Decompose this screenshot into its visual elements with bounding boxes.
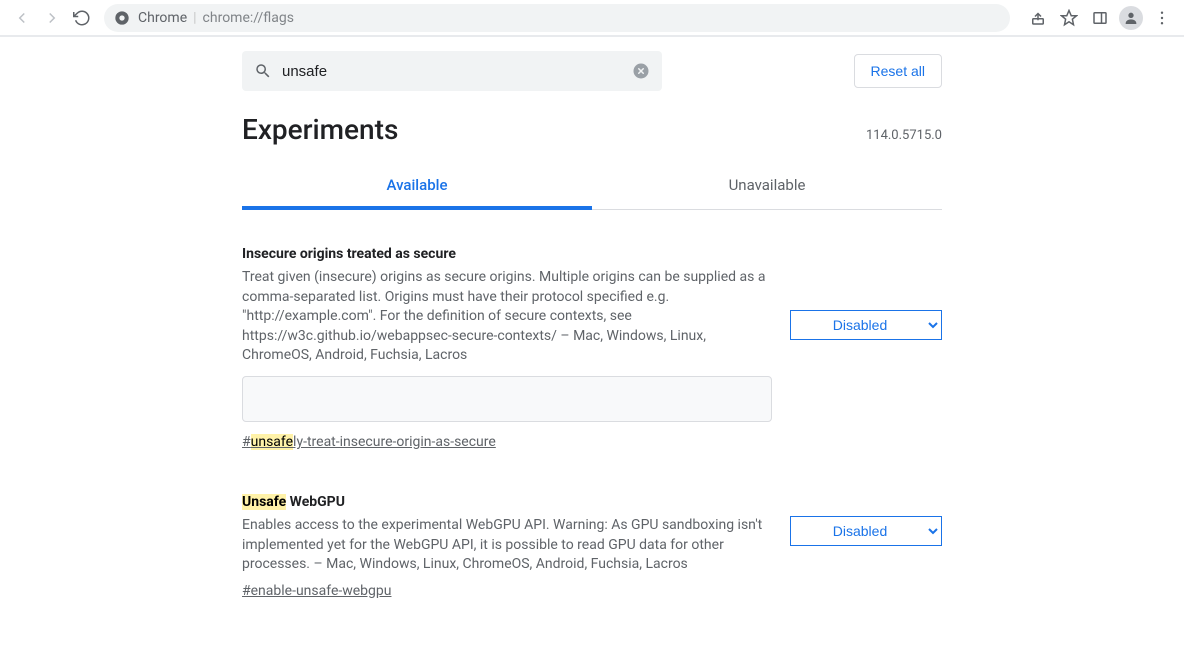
flag-title: Unsafe WebGPU bbox=[242, 494, 772, 510]
share-icon[interactable] bbox=[1024, 4, 1052, 32]
tab-available[interactable]: Available bbox=[242, 162, 592, 210]
flag-item: Insecure origins treated as secure Treat… bbox=[242, 246, 942, 450]
flags-search[interactable] bbox=[242, 51, 662, 91]
version-label: 114.0.5715.0 bbox=[866, 128, 942, 143]
back-button[interactable] bbox=[8, 4, 36, 32]
browser-toolbar: Chrome | chrome://flags bbox=[0, 0, 1184, 36]
clear-search-icon[interactable] bbox=[632, 62, 650, 80]
flag-description: Enables access to the experimental WebGP… bbox=[242, 516, 772, 575]
bookmark-icon[interactable] bbox=[1055, 4, 1083, 32]
reload-button[interactable] bbox=[68, 4, 96, 32]
chrome-icon bbox=[114, 10, 130, 26]
omnibox-prefix: Chrome bbox=[138, 10, 187, 26]
omnibox-separator: | bbox=[193, 10, 196, 26]
side-panel-icon[interactable] bbox=[1086, 4, 1114, 32]
flag-state-select[interactable]: Disabled bbox=[790, 516, 942, 546]
omnibox-url: chrome://flags bbox=[203, 10, 294, 26]
flags-search-input[interactable] bbox=[282, 63, 632, 80]
flag-description: Treat given (insecure) origins as secure… bbox=[242, 268, 772, 366]
forward-button[interactable] bbox=[38, 4, 66, 32]
profile-avatar[interactable] bbox=[1117, 4, 1145, 32]
flag-origins-textarea[interactable] bbox=[242, 376, 772, 422]
flag-item: Unsafe WebGPU Enables access to the expe… bbox=[242, 494, 942, 599]
flag-permalink[interactable]: #unsafely-treat-insecure-origin-as-secur… bbox=[242, 434, 496, 450]
kebab-menu-icon[interactable] bbox=[1148, 4, 1176, 32]
search-icon bbox=[254, 62, 272, 80]
tabs: Available Unavailable bbox=[242, 162, 942, 210]
omnibox[interactable]: Chrome | chrome://flags bbox=[104, 4, 1010, 32]
tab-unavailable[interactable]: Unavailable bbox=[592, 162, 942, 209]
flag-permalink[interactable]: #enable-unsafe-webgpu bbox=[242, 583, 391, 599]
page-title: Experiments bbox=[242, 113, 398, 146]
reset-all-button[interactable]: Reset all bbox=[854, 54, 942, 88]
flag-state-select[interactable]: Disabled bbox=[790, 310, 942, 340]
flag-title: Insecure origins treated as secure bbox=[242, 246, 772, 262]
